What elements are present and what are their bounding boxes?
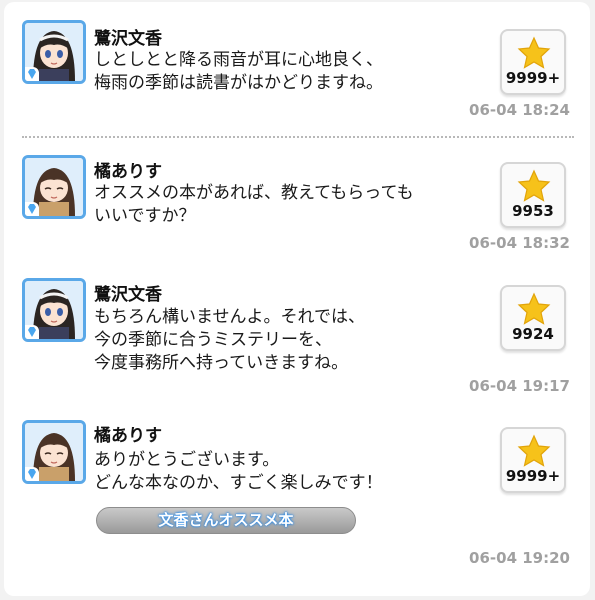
comment-thread-panel: 鷺沢文香 しとしとと降る雨音が耳に心地良く、 梅雨の季節は読書がはかどりますね。…	[4, 2, 590, 596]
divider	[22, 136, 574, 138]
comment-text: オススメの本があれば、教えてもらっても いいですか？	[94, 183, 414, 226]
avatar[interactable]	[22, 155, 86, 219]
like-count: 9924	[512, 325, 554, 343]
avatar[interactable]	[22, 20, 86, 84]
book-tag-button[interactable]: 文香さんオススメ本	[96, 507, 356, 534]
author-name: 鷺沢文香	[94, 29, 162, 49]
star-icon	[517, 36, 551, 69]
timestamp: 06-04 19:20	[469, 549, 570, 567]
timestamp: 06-04 18:32	[469, 234, 570, 252]
star-icon	[517, 169, 551, 202]
diamond-icon	[25, 467, 39, 481]
author-name: 橘ありす	[94, 162, 162, 182]
like-count: 9953	[512, 202, 554, 220]
comment-text: ありがとうございます。 どんな本なのか、すごく楽しみです！	[94, 450, 383, 493]
like-button[interactable]: 9924	[500, 285, 566, 351]
star-icon	[517, 292, 551, 325]
timestamp: 06-04 19:17	[469, 377, 570, 395]
author-name: 鷺沢文香	[94, 285, 162, 305]
author-name: 橘ありす	[94, 426, 162, 446]
diamond-icon	[25, 67, 39, 81]
like-button[interactable]: 9999+	[500, 29, 566, 95]
diamond-icon	[25, 325, 39, 339]
like-button[interactable]: 9953	[500, 162, 566, 228]
diamond-icon	[25, 202, 39, 216]
avatar[interactable]	[22, 420, 86, 484]
star-icon	[517, 434, 551, 467]
comment-text: もちろん構いませんよ。それでは、 今の季節に合うミステリーを、 今度事務所へ持っ…	[94, 307, 365, 373]
like-count: 9999+	[505, 467, 561, 485]
timestamp: 06-04 18:24	[469, 101, 570, 119]
avatar[interactable]	[22, 278, 86, 342]
like-button[interactable]: 9999+	[500, 427, 566, 493]
comment-text: しとしとと降る雨音が耳に心地良く、 梅雨の季節は読書がはかどりますね。	[94, 50, 383, 93]
like-count: 9999+	[505, 69, 561, 87]
